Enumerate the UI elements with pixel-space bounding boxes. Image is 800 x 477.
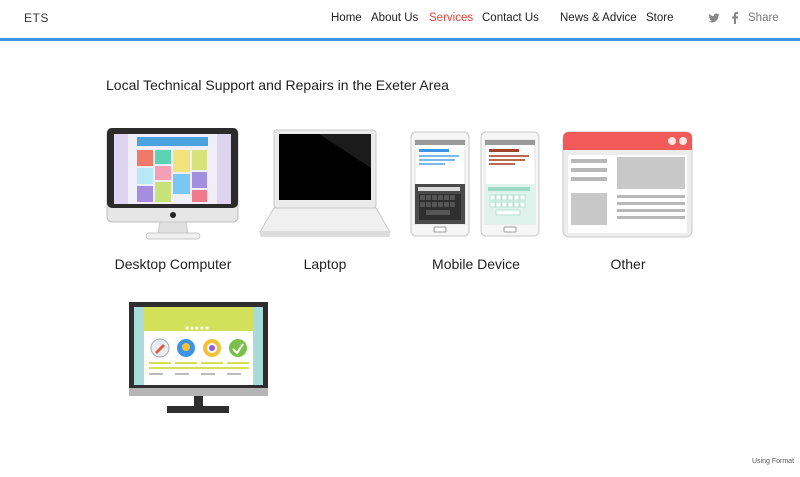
nav-about-us[interactable]: About Us	[371, 12, 418, 24]
browser-window-icon[interactable]	[562, 131, 694, 239]
desktop-computer-icon[interactable]	[106, 128, 240, 242]
nav-services[interactable]: Services	[429, 12, 473, 24]
laptop-icon[interactable]	[259, 128, 391, 240]
site-logo[interactable]: ETS	[24, 11, 49, 25]
footer-link[interactable]: Using Format	[752, 458, 794, 465]
laptop-label[interactable]: Laptop	[259, 256, 391, 272]
nav-store[interactable]: Store	[646, 12, 674, 24]
nav-contact-us[interactable]: Contact Us	[482, 12, 539, 24]
share-link[interactable]: Share	[748, 12, 779, 24]
mobile-device-label[interactable]: Mobile Device	[410, 256, 542, 272]
page-heading: Local Technical Support and Repairs in t…	[106, 77, 449, 93]
mobile-device-icon[interactable]	[410, 130, 542, 238]
facebook-icon[interactable]	[731, 12, 739, 27]
nav-home[interactable]: Home	[331, 12, 362, 24]
other-label[interactable]: Other	[562, 256, 694, 272]
desktop-computer-label[interactable]: Desktop Computer	[106, 256, 240, 272]
nav-news-advice[interactable]: News & Advice	[560, 12, 637, 24]
website-monitor-icon[interactable]	[129, 302, 269, 414]
twitter-icon[interactable]	[708, 12, 720, 27]
site-header: ETS Home About Us Services Contact Us Ne…	[0, 0, 800, 41]
